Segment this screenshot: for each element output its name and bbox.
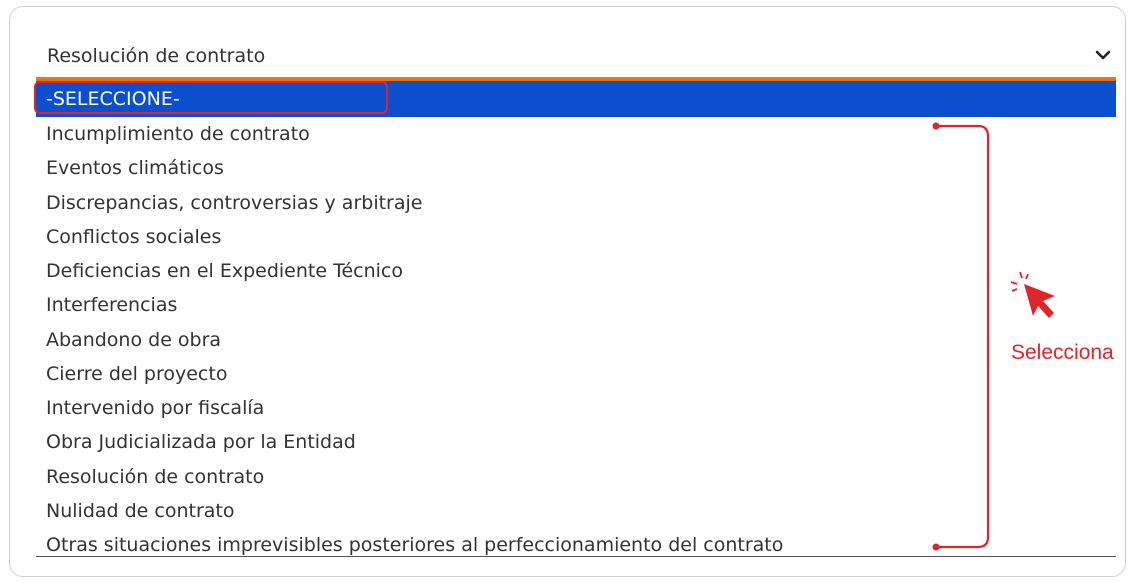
cursor-click-icon	[1010, 271, 1055, 318]
bracket-dot-top	[932, 122, 940, 130]
options-bracket	[936, 124, 990, 549]
annotation-label: Selecciona	[1011, 341, 1114, 364]
annotation-overlay	[932, 122, 1055, 551]
bracket-dot-bottom	[932, 543, 940, 551]
